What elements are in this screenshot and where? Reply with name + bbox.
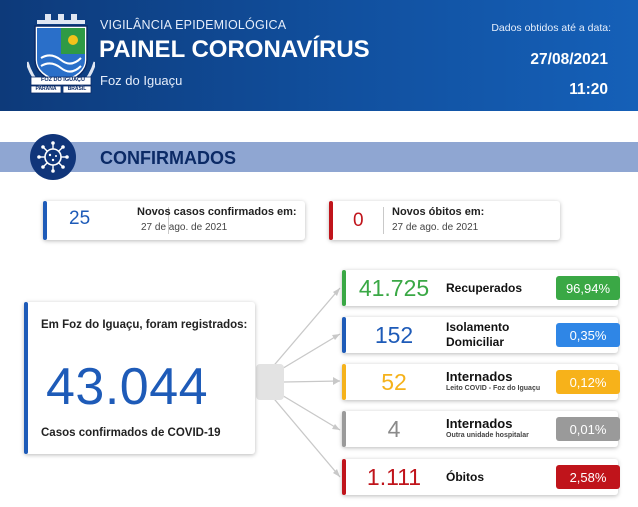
stat-value: 41.725	[358, 274, 430, 301]
stat-percent-badge: 0,01%	[556, 417, 620, 441]
crest-label-city: FOZ DO IGUAÇU	[41, 77, 85, 83]
data-time: 11:20	[569, 81, 608, 98]
header-banner: FOZ DO IGUAÇU PARANÁ BRASIL VIGILÂNCIA E…	[0, 0, 638, 111]
stat-value: 52	[381, 368, 407, 395]
crest-label-state: PARANÁ	[35, 86, 57, 92]
new-deaths-title: Novos óbitos em:	[392, 206, 485, 218]
stat-row-internados-covid: 52 Internados Leito COVID - Foz do Iguaç…	[342, 364, 620, 400]
stat-row-isolamento: 152 Isolamento Domiciliar 0,35%	[342, 317, 620, 353]
stat-label: Isolamento	[446, 320, 510, 334]
total-cases-accent	[24, 302, 28, 454]
stat-sublabel: Outra unidade hospitalar	[446, 432, 529, 439]
new-cases-value: 25	[69, 208, 91, 229]
new-cases-title: Novos casos confirmados em:	[137, 206, 297, 218]
total-cases-label: Em Foz do Iguaçu, foram registrados:	[41, 319, 248, 331]
virus-badge	[30, 134, 76, 180]
connector-hub	[256, 364, 284, 400]
new-deaths-value: 0	[353, 210, 364, 231]
new-cases-accent	[43, 201, 47, 240]
stat-value: 1.111	[366, 463, 422, 490]
stat-percent-badge: 96,94%	[556, 276, 620, 300]
stat-value: 4	[387, 415, 401, 442]
total-cases-caption: Casos confirmados de COVID-19	[41, 427, 221, 439]
data-date-label: Dados obtidos até a data:	[491, 22, 611, 34]
stat-value: 152	[374, 321, 414, 348]
stat-label: Recuperados	[446, 281, 523, 295]
virus-icon	[37, 141, 69, 173]
new-deaths-card: 0 Novos óbitos em: 27 de ago. de 2021	[329, 201, 560, 240]
stat-row-internados-outra: 4 Internados Outra unidade hospitalar 0,…	[342, 411, 620, 447]
new-cases-date: 27 de ago. de 2021	[141, 222, 228, 233]
stat-label-line2: Domiciliar	[446, 335, 505, 349]
crest-label-country: BRASIL	[67, 86, 87, 92]
section-bar	[0, 142, 638, 172]
page-title: PAINEL CORONAVÍRUS	[99, 36, 370, 63]
stat-row-recuperados: 41.725 Recuperados 96,94%	[342, 270, 620, 306]
data-date: 27/08/2021	[530, 51, 608, 68]
stat-label: Internados	[446, 416, 513, 431]
new-cases-card: 25 Novos casos confirmados em: 27 de ago…	[43, 201, 305, 240]
stat-label: Óbitos	[446, 470, 484, 484]
new-deaths-date: 27 de ago. de 2021	[392, 222, 479, 233]
stat-sublabel: Leito COVID - Foz do Iguaçu	[446, 385, 541, 392]
stat-label: Internados	[446, 369, 513, 384]
new-deaths-divider	[383, 207, 384, 234]
header-subtitle: VIGILÂNCIA EPIDEMIOLÓGICA	[100, 18, 287, 32]
stat-row-obitos: 1.111 Óbitos 2,58%	[342, 459, 620, 495]
header-city: Foz do Iguaçu	[100, 73, 183, 88]
stat-percent-badge: 2,58%	[556, 465, 620, 489]
stat-percent-badge: 0,35%	[556, 323, 620, 347]
total-cases-card: Em Foz do Iguaçu, foram registrados: 43.…	[24, 302, 255, 454]
total-cases-value: 43.044	[46, 358, 209, 416]
section-title: CONFIRMADOS	[100, 148, 236, 168]
new-deaths-accent	[329, 201, 333, 240]
stat-percent-badge: 0,12%	[556, 370, 620, 394]
